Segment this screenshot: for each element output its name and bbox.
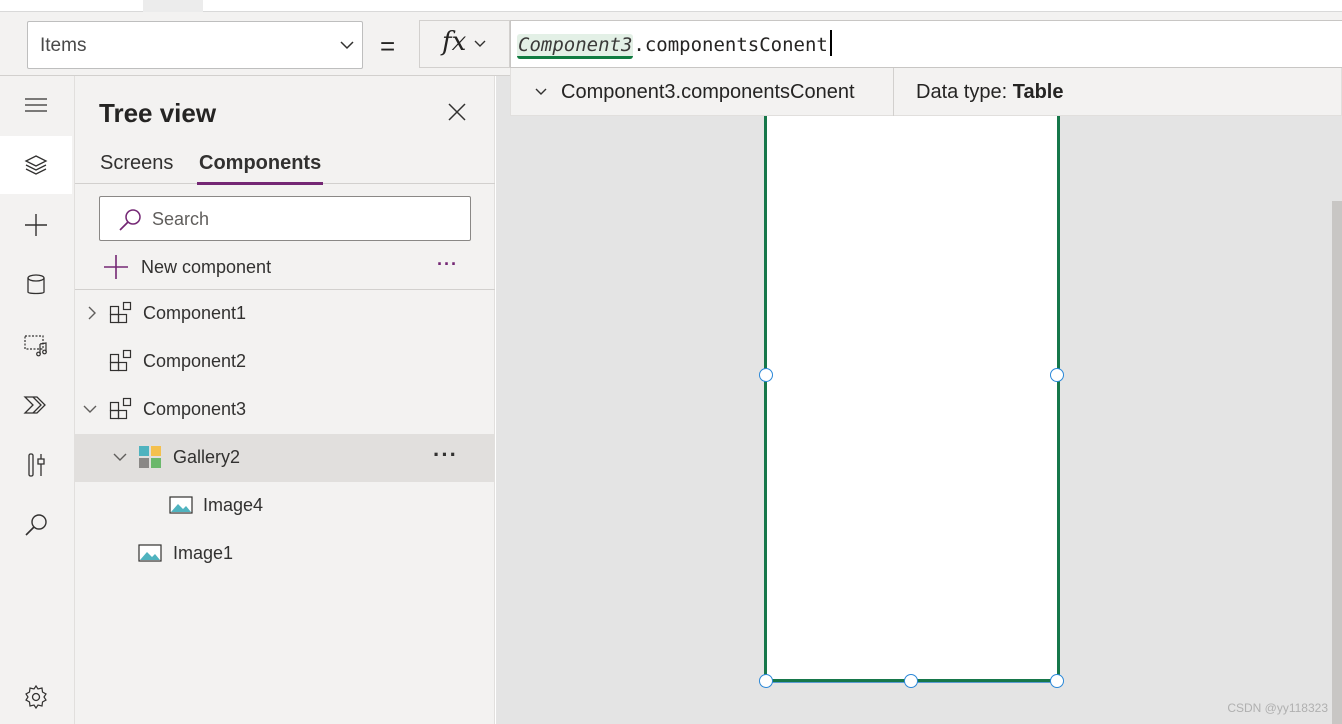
media-button[interactable] (0, 316, 72, 374)
new-component-button[interactable]: New component (103, 252, 271, 282)
settings-icon (25, 684, 47, 710)
data-type-value: Table (1012, 81, 1064, 103)
search-rail-button[interactable] (0, 496, 72, 554)
resize-handle-left[interactable] (759, 368, 773, 382)
resize-handle-bottom-left[interactable] (759, 674, 773, 688)
chevron-down-icon (340, 41, 354, 50)
data-type-info: Data type: Table (916, 81, 1064, 104)
hamburger-icon (25, 98, 47, 112)
tree-view-title: Tree view (99, 98, 217, 128)
chevron-down-icon[interactable] (111, 448, 129, 466)
data-type-label: Data type: (916, 81, 1008, 103)
chevron-down-icon[interactable] (81, 400, 99, 418)
gallery-icon (139, 446, 161, 468)
tree-tabs: Screens Components (75, 150, 495, 185)
data-button[interactable] (0, 256, 72, 314)
chevron-down-icon[interactable] (533, 84, 549, 100)
tree-item-label: Image4 (203, 495, 264, 515)
formula-member: .componentsConent (633, 34, 828, 56)
formula-bar: Items = fx Component3.componentsConent (0, 12, 1342, 76)
component-icon (109, 397, 132, 420)
more-options-button[interactable]: ··· (437, 254, 457, 274)
tab-screens[interactable]: Screens (100, 152, 173, 175)
formula-text: Component3.componentsConent (517, 30, 832, 59)
tools-icon (28, 453, 45, 477)
plus-icon (104, 255, 128, 279)
component-icon (109, 301, 132, 324)
equals-sign: = (380, 31, 396, 61)
settings-button[interactable] (0, 668, 72, 724)
image-icon (138, 544, 162, 562)
left-rail (0, 76, 75, 724)
search-box[interactable] (99, 196, 471, 241)
formula-input[interactable]: Component3.componentsConent (510, 20, 1342, 68)
tree-item-label: Component1 (143, 303, 247, 323)
design-canvas[interactable] (496, 76, 1342, 724)
new-component-label: New component (141, 256, 272, 277)
resize-handle-right[interactable] (1050, 368, 1064, 382)
tab-components[interactable]: Components (196, 152, 324, 185)
tree-item-component2[interactable]: Component2 (75, 338, 495, 386)
insert-button[interactable] (0, 196, 72, 254)
top-strip (0, 0, 1342, 12)
power-automate-button[interactable] (0, 376, 72, 434)
search-icon (119, 209, 141, 231)
power-automate-icon (23, 396, 46, 414)
intellisense-dropdown: Component3.componentsConent Data type: T… (510, 68, 1342, 116)
tree-item-label: Component3 (143, 399, 247, 419)
property-dropdown[interactable]: Items (27, 21, 363, 69)
fx-icon: fx (442, 27, 467, 57)
layers-icon (24, 155, 48, 175)
component-icon (109, 349, 132, 372)
tree-item-component1[interactable]: Component1 (75, 290, 495, 338)
tree-view-button[interactable] (0, 136, 72, 194)
watermark: CSDN @yy118323 (1227, 701, 1328, 715)
formula-identifier: Component3 (517, 34, 634, 59)
property-dropdown-value: Items (40, 35, 87, 56)
text-caret (829, 30, 832, 56)
selected-gallery-control[interactable] (764, 116, 1060, 683)
fx-button[interactable]: fx (419, 20, 510, 68)
divider (893, 68, 894, 116)
resize-handle-bottom-right[interactable] (1050, 674, 1064, 688)
tree-item-gallery2[interactable]: Gallery2 ··· (75, 434, 495, 482)
hamburger-menu-button[interactable] (0, 76, 72, 134)
resize-handle-bottom[interactable] (904, 674, 918, 688)
image-icon (169, 496, 193, 514)
intellisense-suggestion[interactable]: Component3.componentsConent (561, 81, 855, 104)
plus-icon (25, 214, 47, 236)
media-icon (24, 335, 47, 357)
canvas-scrollbar[interactable] (1330, 116, 1342, 724)
chevron-down-icon (474, 40, 486, 47)
close-icon[interactable] (447, 102, 467, 122)
more-options-button[interactable]: ··· (433, 442, 458, 468)
scrollbar-thumb[interactable] (1332, 201, 1342, 724)
tree-item-label: Gallery2 (173, 447, 241, 467)
advanced-tools-button[interactable] (0, 436, 72, 494)
tree-item-image4[interactable]: Image4 (75, 482, 495, 530)
tree-item-label: Component2 (143, 351, 247, 371)
tree-view-panel: Tree view Screens Components New compone… (75, 76, 495, 724)
database-icon (27, 274, 45, 295)
tree-item-component3[interactable]: Component3 (75, 386, 495, 434)
chevron-right-icon[interactable] (83, 304, 101, 322)
tree-item-label: Image1 (173, 543, 234, 563)
search-input[interactable] (152, 206, 452, 232)
tree-item-image1[interactable]: Image1 (75, 530, 495, 578)
top-tab-indicator[interactable] (143, 0, 203, 12)
search-icon (25, 514, 47, 536)
